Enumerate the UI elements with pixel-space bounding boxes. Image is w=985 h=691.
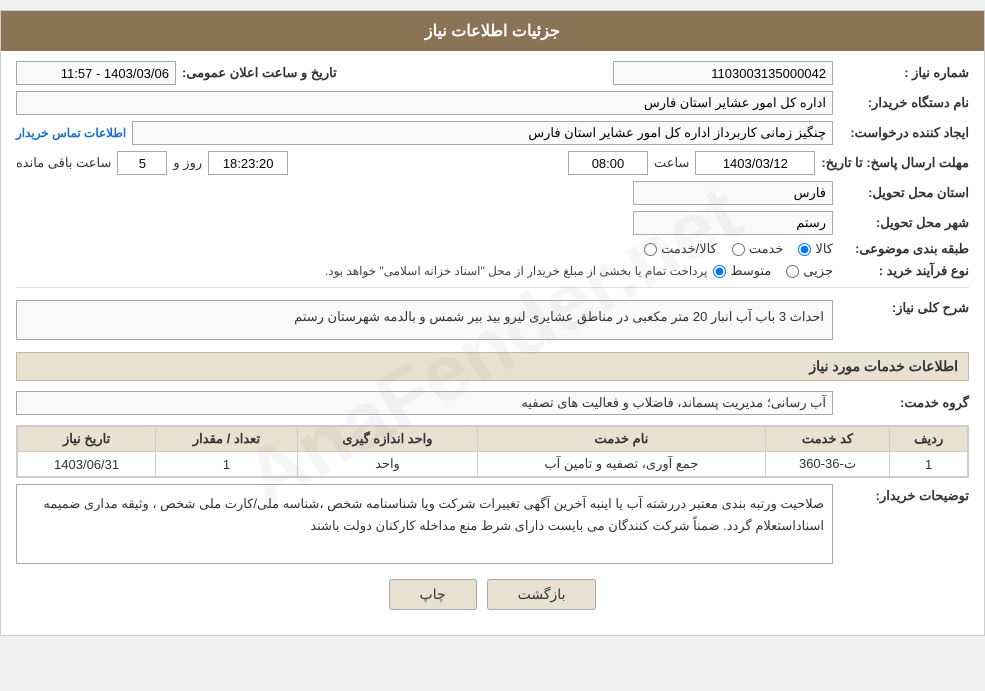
- sharh-text: احداث 3 باب آب انبار 20 متر مکعبی در منا…: [294, 309, 824, 324]
- mohlat-counter-input[interactable]: [208, 151, 288, 175]
- goroh-label: گروه خدمت:: [839, 395, 969, 411]
- table-cell: 1: [156, 452, 298, 477]
- khadamat-header: اطلاعات خدمات مورد نیاز: [16, 352, 969, 381]
- jozvi-label: جزیی: [803, 263, 833, 279]
- col-date: تاریخ نیاز: [18, 427, 156, 452]
- baki-mande-label: ساعت باقی مانده: [16, 155, 111, 171]
- motovaset-label: متوسط: [730, 263, 771, 279]
- services-table: ردیف کد خدمت نام خدمت واحد اندازه گیری ت…: [17, 426, 968, 477]
- kala-label: کالا: [815, 241, 833, 257]
- table-cell: 1403/06/31: [18, 452, 156, 477]
- shomara-input[interactable]: [613, 61, 833, 85]
- sharh-label: شرح کلی نیاز:: [839, 296, 969, 316]
- radio-kala-khedmat[interactable]: [644, 243, 657, 256]
- nooe-farayand-label: نوع فرآیند خرید :: [839, 263, 969, 279]
- tarikh-input[interactable]: [16, 61, 176, 85]
- col-kod: کد خدمت: [765, 427, 890, 452]
- saat-label: ساعت: [654, 155, 689, 171]
- ostan-input[interactable]: [633, 181, 833, 205]
- mohlat-date-input[interactable]: [695, 151, 815, 175]
- tabaqe-label: طبقه بندی موضوعی:: [839, 241, 969, 257]
- goroh-text: آب رسانی؛ مدیریت پسماند، فاضلاب و فعالیت…: [521, 395, 826, 410]
- page-title: جزئیات اطلاعات نیاز: [1, 11, 984, 51]
- khedmat-label: خدمت: [749, 241, 784, 257]
- button-row: بازگشت چاپ: [16, 579, 969, 610]
- radio-kala[interactable]: [798, 243, 811, 256]
- table-cell: 1: [890, 452, 968, 477]
- ijad-input[interactable]: [132, 121, 833, 145]
- radio-khedmat[interactable]: [732, 243, 745, 256]
- table-cell: ت-36-360: [765, 452, 890, 477]
- back-button[interactable]: بازگشت: [487, 579, 597, 610]
- contact-link[interactable]: اطلاعات تماس خریدار: [16, 126, 126, 140]
- print-button[interactable]: چاپ: [389, 579, 477, 610]
- tarikh-label: تاریخ و ساعت اعلان عمومی:: [182, 65, 337, 81]
- goroh-box: آب رسانی؛ مدیریت پسماند، فاضلاب و فعالیت…: [16, 391, 833, 415]
- radio-jozvi[interactable]: [786, 265, 799, 278]
- rooz-label: روز و: [173, 155, 202, 171]
- mohlat-rooz-input[interactable]: [117, 151, 167, 175]
- col-radif: ردیف: [890, 427, 968, 452]
- services-table-container: ردیف کد خدمت نام خدمت واحد اندازه گیری ت…: [16, 425, 969, 478]
- ostan-label: استان محل تحویل:: [839, 185, 969, 201]
- shomara-label: شماره نیاز :: [839, 65, 969, 81]
- table-cell: واحد: [297, 452, 477, 477]
- col-unit: واحد اندازه گیری: [297, 427, 477, 452]
- nam-dastgah-label: نام دستگاه خریدار:: [839, 95, 969, 111]
- tabaqe-radio-group: کالا/خدمت خدمت کالا: [644, 241, 833, 257]
- notes-label: توضیحات خریدار:: [839, 484, 969, 504]
- nam-dastgah-input[interactable]: [16, 91, 833, 115]
- radio-motovaset[interactable]: [713, 265, 726, 278]
- table-cell: جمع آوری، تصفیه و تامین آب: [478, 452, 766, 477]
- kala-khedmat-label: کالا/خدمت: [661, 241, 717, 257]
- shahr-label: شهر محل تحویل:: [839, 215, 969, 231]
- shahr-input[interactable]: [633, 211, 833, 235]
- col-name: نام خدمت: [478, 427, 766, 452]
- ijad-label: ایجاد کننده درخواست:: [839, 125, 969, 141]
- col-count: تعداد / مقدار: [156, 427, 298, 452]
- nooe-radio-group: متوسط جزیی: [713, 263, 833, 279]
- sharh-box: احداث 3 باب آب انبار 20 متر مکعبی در منا…: [16, 300, 833, 340]
- table-row: 1ت-36-360جمع آوری، تصفیه و تامین آبواحد1…: [18, 452, 968, 477]
- notes-box: صلاحیت ورتبه بندی معتبر دررشته آب یا این…: [16, 484, 833, 564]
- mohlat-label: مهلت ارسال پاسخ: تا تاریخ:: [821, 155, 969, 171]
- nooe-description: پرداخت تمام یا بخشی از مبلغ خریدار از مح…: [325, 264, 708, 278]
- notes-text: صلاحیت ورتبه بندی معتبر دررشته آب یا این…: [43, 496, 824, 533]
- mohlat-saat-input[interactable]: [568, 151, 648, 175]
